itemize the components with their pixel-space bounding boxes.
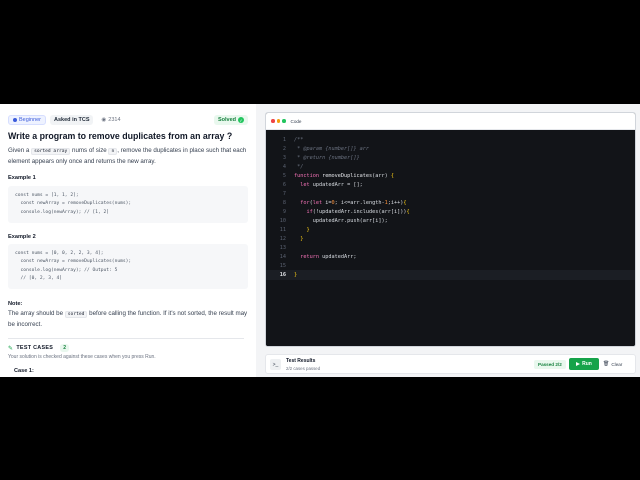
desc-text-2: nums of size — [72, 147, 107, 154]
window-close-dot-icon — [271, 119, 275, 123]
note-text: The array should be sorted before callin… — [8, 309, 248, 330]
views-badge: ◉ 2314 — [97, 115, 124, 125]
window-maximize-dot-icon — [282, 119, 286, 123]
inline-code-n: n — [108, 148, 118, 155]
run-label: Run — [582, 361, 592, 367]
solved-badge: Solved ✓ — [214, 115, 249, 125]
check-circle-icon: ✓ — [238, 117, 245, 123]
inline-code-sorted: sorted — [64, 311, 88, 318]
run-button[interactable]: Run — [569, 358, 599, 370]
test-cases-count: 2 — [60, 344, 70, 352]
pencil-icon: ✎ — [8, 345, 14, 352]
problem-description: Given a sorted array nums of size n, rem… — [8, 146, 248, 167]
app-frame: Beginner Asked in TCS ◉ 2314 Solved ✓ Wr… — [0, 104, 640, 377]
test-results-subtitle: 2/2 cases passed — [286, 366, 321, 371]
company-badge: Asked in TCS — [50, 115, 94, 125]
editor-body[interactable]: 1/** 2 * @param {number[]} arr 3 * @retu… — [266, 130, 635, 346]
test-results-title: Test Results — [286, 358, 316, 364]
editor-title: Code — [290, 118, 302, 124]
difficulty-badge: Beginner — [8, 115, 47, 125]
example-1-code: const nums = [1, 1, 2]; const newArray =… — [8, 186, 248, 223]
problem-panel: Beginner Asked in TCS ◉ 2314 Solved ✓ Wr… — [0, 104, 256, 377]
code-line-active: 16} — [266, 270, 635, 280]
note-text-1: The array should be — [8, 310, 64, 317]
inline-code-sorted-array: sorted array — [31, 148, 71, 155]
editor-panel: Code 1/** 2 * @param {number[]} arr 3 * … — [256, 104, 640, 377]
code-editor[interactable]: Code 1/** 2 * @param {number[]} arr 3 * … — [265, 112, 636, 347]
window-minimize-dot-icon — [276, 119, 280, 123]
passed-badge: Passed 2/2 — [534, 360, 566, 369]
test-results-bar: >_ Test Results 2/2 cases passed Passed … — [265, 354, 636, 374]
example-2-label: Example 2 — [8, 234, 36, 240]
clear-button[interactable]: 🗑 Clear — [603, 358, 622, 370]
problem-badges: Beginner Asked in TCS ◉ 2314 — [8, 115, 125, 125]
section-divider — [8, 338, 244, 339]
difficulty-dot-icon — [13, 118, 17, 122]
solved-label: Solved — [218, 117, 237, 123]
clear-label: Clear — [611, 361, 623, 367]
views-count: 2314 — [108, 117, 121, 123]
editor-header: Code — [266, 113, 635, 130]
test-case-1[interactable]: Case 1: — [14, 368, 34, 374]
example-1-label: Example 1 — [8, 175, 36, 181]
problem-title: Write a program to remove duplicates fro… — [8, 131, 233, 141]
test-cases-title: TEST CASES — [16, 345, 54, 351]
difficulty-label: Beginner — [19, 117, 42, 123]
line-number-active: 16 — [279, 272, 286, 278]
desc-text-1: Given a — [8, 147, 30, 154]
test-cases-header: ✎ TEST CASES 2 — [8, 344, 70, 352]
eye-icon: ◉ — [101, 117, 107, 123]
test-cases-subtitle: Your solution is checked against these c… — [8, 354, 156, 360]
example-2-code: const nums = [0, 0, 2, 2, 3, 4]; const n… — [8, 244, 248, 289]
terminal-icon: >_ — [270, 359, 281, 370]
play-icon — [576, 362, 581, 366]
trash-icon: 🗑 — [603, 361, 610, 367]
note-label: Note: — [8, 301, 23, 307]
